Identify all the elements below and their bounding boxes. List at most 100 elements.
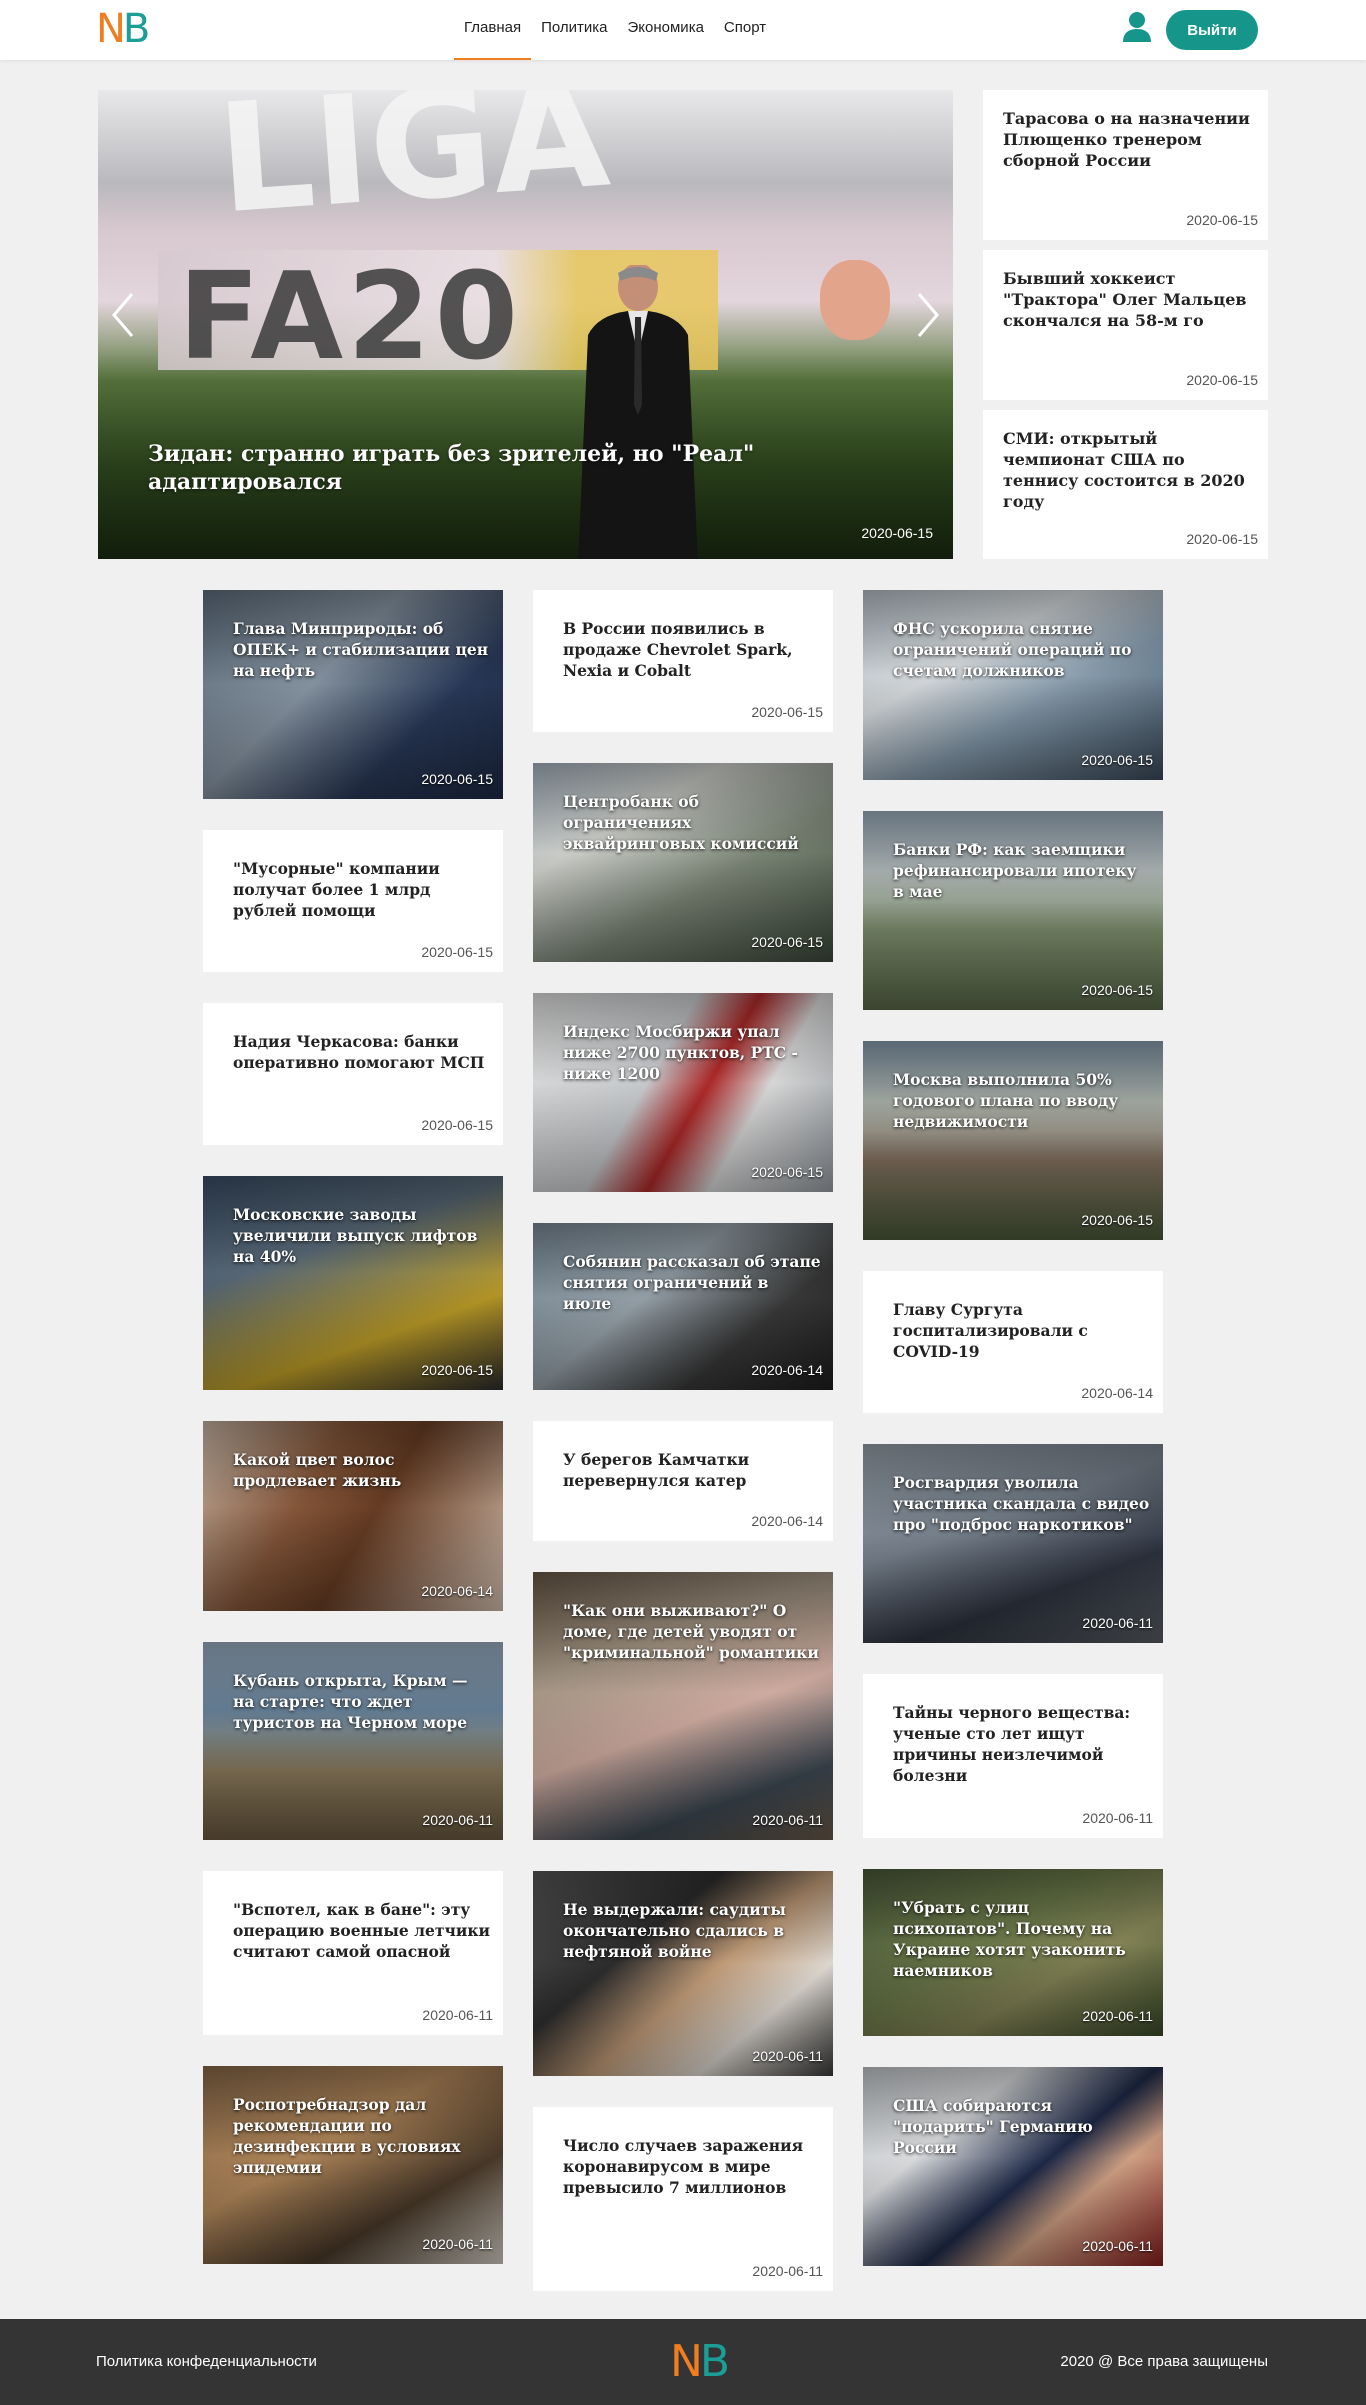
news-date: 2020-06-11 <box>422 2236 493 2252</box>
side-news-date: 2020-06-15 <box>1186 531 1258 547</box>
news-card[interactable]: В России появились в продаже Chevrolet S… <box>533 590 833 732</box>
news-card[interactable]: Какой цвет волос продлевает жизнь 2020-0… <box>203 1421 503 1611</box>
hero-title[interactable]: Зидан: странно играть без зрителей, но "… <box>148 440 788 496</box>
news-card[interactable]: Глава Минприроды: об ОПЕК+ и стабилизаци… <box>203 590 503 799</box>
footer-logo[interactable]: NB <box>670 2336 730 2387</box>
header: NB Главная Политика Экономика Спорт Выйт… <box>0 0 1366 60</box>
footer: Политика конфеденциальности NB 2020 @ Вс… <box>0 2319 1366 2405</box>
news-title: Главу Сургута госпитализировали с COVID-… <box>893 1300 1088 1361</box>
news-card[interactable]: "Убрать с улиц психопатов". Почему на Ук… <box>863 1869 1163 2036</box>
logo-letter-b: B <box>122 6 151 52</box>
hero-board-lettering: FA20 <box>178 248 523 387</box>
side-news-card[interactable]: Бывший хоккеист "Трактора" Олег Мальцев … <box>983 250 1268 400</box>
news-card[interactable]: Индекс Мосбиржи упал ниже 2700 пунктов, … <box>533 993 833 1192</box>
logo-letter-n: N <box>670 2336 703 2387</box>
news-date: 2020-06-15 <box>421 1117 493 1133</box>
news-date: 2020-06-15 <box>421 771 493 787</box>
news-date: 2020-06-11 <box>752 1812 823 1828</box>
news-title: У берегов Камчатки перевернулся катер <box>563 1450 750 1490</box>
news-card[interactable]: "Как они выживают?" О доме, где детей ув… <box>533 1572 833 1840</box>
news-title: Кубань открыта, Крым — на старте: что жд… <box>233 1671 468 1732</box>
news-card[interactable]: Главу Сургута госпитализировали с COVID-… <box>863 1271 1163 1413</box>
news-title: Росгвардия уволила участника скандала с … <box>893 1473 1150 1534</box>
news-card[interactable]: ФНС ускорила снятие ограничений операций… <box>863 590 1163 780</box>
news-card[interactable]: Надия Черкасова: банки оперативно помога… <box>203 1003 503 1145</box>
news-date: 2020-06-11 <box>1082 1810 1153 1826</box>
news-date: 2020-06-15 <box>1081 752 1153 768</box>
news-title: В России появились в продаже Chevrolet S… <box>563 619 793 680</box>
news-title: Московские заводы увеличили выпуск лифто… <box>233 1205 478 1266</box>
slider-prev-arrow-icon[interactable] <box>108 290 138 340</box>
news-date: 2020-06-14 <box>421 1583 493 1599</box>
news-card[interactable]: Центробанк об ограничениях эквайринговых… <box>533 763 833 962</box>
nav-item-sport[interactable]: Спорт <box>714 0 776 60</box>
hero-slider[interactable]: LIGA FA20 Зидан: странно играть без зрит… <box>98 90 953 559</box>
news-title: Какой цвет волос продлевает жизнь <box>233 1450 402 1490</box>
news-title: "Вспотел, как в бане": эту операцию воен… <box>233 1900 491 1961</box>
news-title: Москва выполнила 50% годового плана по в… <box>893 1070 1119 1131</box>
news-date: 2020-06-15 <box>421 944 493 960</box>
news-title: Надия Черкасова: банки оперативно помога… <box>233 1032 485 1072</box>
nav-item-politics[interactable]: Политика <box>531 0 617 60</box>
logo-letter-n: N <box>96 6 126 52</box>
logout-button[interactable]: Выйти <box>1166 10 1258 50</box>
news-date: 2020-06-11 <box>422 1812 493 1828</box>
news-title: "Как они выживают?" О доме, где детей ув… <box>563 1601 819 1662</box>
privacy-policy-link[interactable]: Политика конфеденциальности <box>96 2353 317 2370</box>
side-news-title: Тарасова о на назначении Плющенко тренер… <box>1003 109 1250 170</box>
news-date: 2020-06-11 <box>1082 2008 1153 2024</box>
hero-board-portrait <box>820 260 890 340</box>
news-date: 2020-06-15 <box>421 1362 493 1378</box>
side-news-title: СМИ: открытый чемпионат США по теннису с… <box>1003 429 1245 511</box>
news-date: 2020-06-15 <box>1081 1212 1153 1228</box>
news-title: Центробанк об ограничениях эквайринговых… <box>563 792 799 853</box>
news-date: 2020-06-11 <box>752 2048 823 2064</box>
news-card[interactable]: Роспотребнадзор дал рекомендации по дези… <box>203 2066 503 2264</box>
user-icon[interactable] <box>1122 11 1152 43</box>
news-date: 2020-06-14 <box>751 1362 823 1378</box>
news-title: Индекс Мосбиржи упал ниже 2700 пунктов, … <box>563 1022 798 1083</box>
hero-coach-figure <box>578 265 698 559</box>
logo-letter-b: B <box>699 2336 730 2387</box>
news-date: 2020-06-11 <box>1082 2238 1153 2254</box>
news-card[interactable]: "Вспотел, как в бане": эту операцию воен… <box>203 1871 503 2035</box>
hero-background-lettering: LIGA <box>212 90 615 248</box>
news-date: 2020-06-11 <box>1082 1615 1153 1631</box>
news-card[interactable]: Тайны черного вещества: ученые сто лет и… <box>863 1674 1163 1838</box>
side-news-title: Бывший хоккеист "Трактора" Олег Мальцев … <box>1003 269 1247 330</box>
slider-next-arrow-icon[interactable] <box>913 290 943 340</box>
site-logo[interactable]: NB <box>96 6 151 52</box>
news-title: Не выдержали: саудиты окончательно сдали… <box>563 1900 786 1961</box>
news-date: 2020-06-11 <box>752 2263 823 2279</box>
news-card[interactable]: Собянин рассказал об этапе снятия ограни… <box>533 1223 833 1390</box>
news-card[interactable]: Кубань открыта, Крым — на старте: что жд… <box>203 1642 503 1840</box>
news-card[interactable]: Не выдержали: саудиты окончательно сдали… <box>533 1871 833 2076</box>
copyright-text: 2020 @ Все права защищены <box>1060 2353 1268 2370</box>
news-card[interactable]: Московские заводы увеличили выпуск лифто… <box>203 1176 503 1390</box>
news-card[interactable]: Москва выполнила 50% годового плана по в… <box>863 1041 1163 1240</box>
news-card[interactable]: "Мусорные" компании получат более 1 млрд… <box>203 830 503 972</box>
main-nav: Главная Политика Экономика Спорт <box>454 0 776 60</box>
news-date: 2020-06-15 <box>751 934 823 950</box>
news-title: Глава Минприроды: об ОПЕК+ и стабилизаци… <box>233 619 489 680</box>
news-date: 2020-06-15 <box>1081 982 1153 998</box>
news-title: Число случаев заражения коронавирусом в … <box>563 2136 804 2197</box>
side-news-date: 2020-06-15 <box>1186 212 1258 228</box>
news-card[interactable]: США собираются "подарить" Германию Росси… <box>863 2067 1163 2266</box>
news-title: Собянин рассказал об этапе снятия ограни… <box>563 1252 821 1313</box>
news-date: 2020-06-15 <box>751 704 823 720</box>
side-news-date: 2020-06-15 <box>1186 372 1258 388</box>
side-news-card[interactable]: Тарасова о на назначении Плющенко тренер… <box>983 90 1268 240</box>
news-card[interactable]: Число случаев заражения коронавирусом в … <box>533 2107 833 2291</box>
news-card[interactable]: Банки РФ: как заемщики рефинансировали и… <box>863 811 1163 1010</box>
news-card[interactable]: У берегов Камчатки перевернулся катер 20… <box>533 1421 833 1541</box>
nav-item-economy[interactable]: Экономика <box>618 0 714 60</box>
hero-date: 2020-06-15 <box>861 525 933 541</box>
nav-item-main[interactable]: Главная <box>454 0 532 60</box>
news-date: 2020-06-11 <box>422 2007 493 2023</box>
news-date: 2020-06-14 <box>1081 1385 1153 1401</box>
news-date: 2020-06-15 <box>751 1164 823 1180</box>
news-card[interactable]: Росгвардия уволила участника скандала с … <box>863 1444 1163 1643</box>
side-news-card[interactable]: СМИ: открытый чемпионат США по теннису с… <box>983 410 1268 559</box>
news-title: Тайны черного вещества: ученые сто лет и… <box>893 1703 1131 1785</box>
